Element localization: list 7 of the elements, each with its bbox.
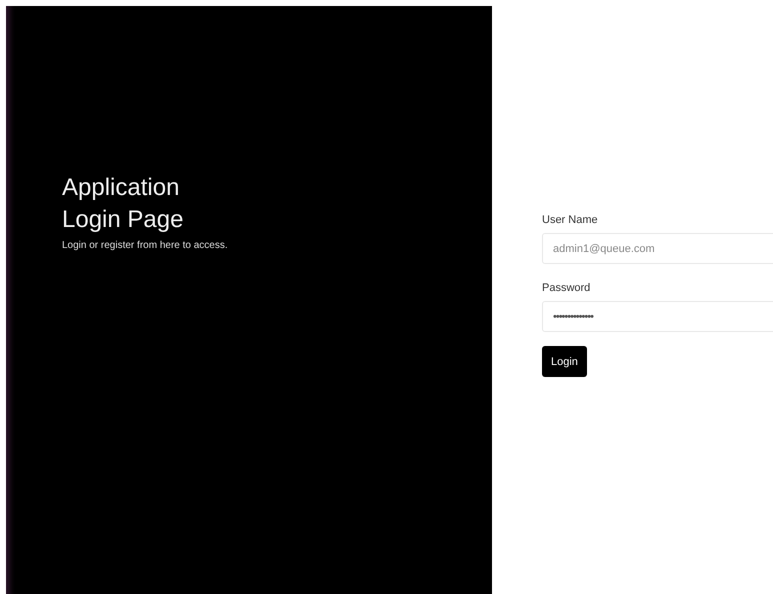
field-label: User Name: [542, 214, 598, 226]
password-field[interactable]: ••••••••••••••: [542, 301, 773, 332]
page-subtitle: Login or register from here to access.: [62, 240, 229, 251]
username-field[interactable]: admin1@queue.com: [542, 233, 773, 264]
field-label: Password: [542, 282, 590, 294]
page-title: Application Login Page: [62, 173, 184, 235]
login-button[interactable]: Login: [542, 346, 587, 377]
